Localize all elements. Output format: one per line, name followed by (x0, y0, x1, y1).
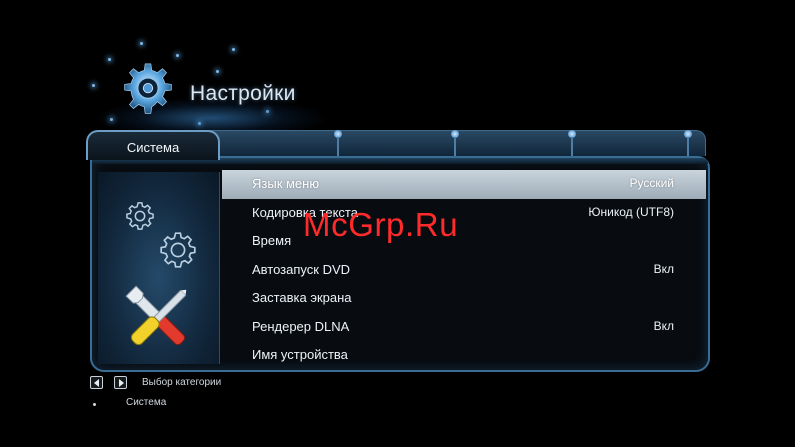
menu-item-value: Юникод (UTF8) (588, 204, 674, 219)
menu-item-text-encoding[interactable]: Кодировка текста Юникод (UTF8) (222, 199, 706, 228)
menu-item-value: Вкл (653, 318, 674, 333)
content-frame: Язык меню Русский Кодировка текста Юнико… (90, 156, 710, 372)
tab-system[interactable]: Система (86, 130, 220, 160)
sparkle (92, 84, 95, 87)
page-header: Настройки (96, 60, 356, 138)
settings-menu: Язык меню Русский Кодировка текста Юнико… (222, 170, 706, 370)
watermark: McGrp.Ru (303, 206, 459, 243)
menu-item-dlna-renderer[interactable]: Рендерер DLNA Вкл (222, 313, 706, 342)
gear-icon (124, 63, 172, 114)
menu-item-label: Язык меню (252, 176, 320, 191)
menu-item-value: Русский (629, 176, 674, 190)
menu-item-time[interactable]: Время (222, 227, 706, 256)
tab-divider (568, 130, 576, 157)
settings-panel: Система Язык меню Русский Кодировка текс… (86, 130, 712, 372)
menu-item-menu-language[interactable]: Язык меню Русский (222, 170, 706, 199)
bullet-icon (93, 403, 96, 406)
tab-label: Система (126, 140, 180, 155)
menu-item-device-name[interactable]: Имя устройства (222, 341, 706, 370)
category-hint-text: Выбор категории (142, 377, 222, 388)
sparkle (232, 48, 235, 51)
menu-item-label: Время (252, 233, 292, 248)
tab-divider (684, 130, 692, 157)
menu-item-label: Рендерер DLNA (252, 318, 350, 334)
tab-divider (334, 130, 342, 157)
left-arrow-key-icon (90, 376, 103, 389)
small-gear-icon (160, 232, 196, 268)
current-category-text: Система (126, 397, 167, 408)
key-hints: Выбор категории Система (88, 376, 388, 416)
tools-icon (125, 285, 187, 346)
tab-divider (451, 130, 459, 157)
menu-item-dvd-autoplay[interactable]: Автозапуск DVD Вкл (222, 256, 706, 285)
menu-item-screensaver[interactable]: Заставка экрана (222, 284, 706, 313)
category-illustration (98, 172, 220, 364)
menu-item-label: Автозапуск DVD (252, 261, 351, 277)
menu-item-value: Вкл (653, 261, 674, 276)
menu-item-label: Имя устройства (252, 347, 348, 362)
sparkle (140, 42, 143, 45)
right-arrow-key-icon (114, 376, 127, 389)
sparkle (176, 54, 179, 57)
menu-item-label: Заставка экрана (252, 290, 352, 305)
small-gear-icon (126, 202, 154, 230)
page-title: Настройки (190, 82, 296, 105)
